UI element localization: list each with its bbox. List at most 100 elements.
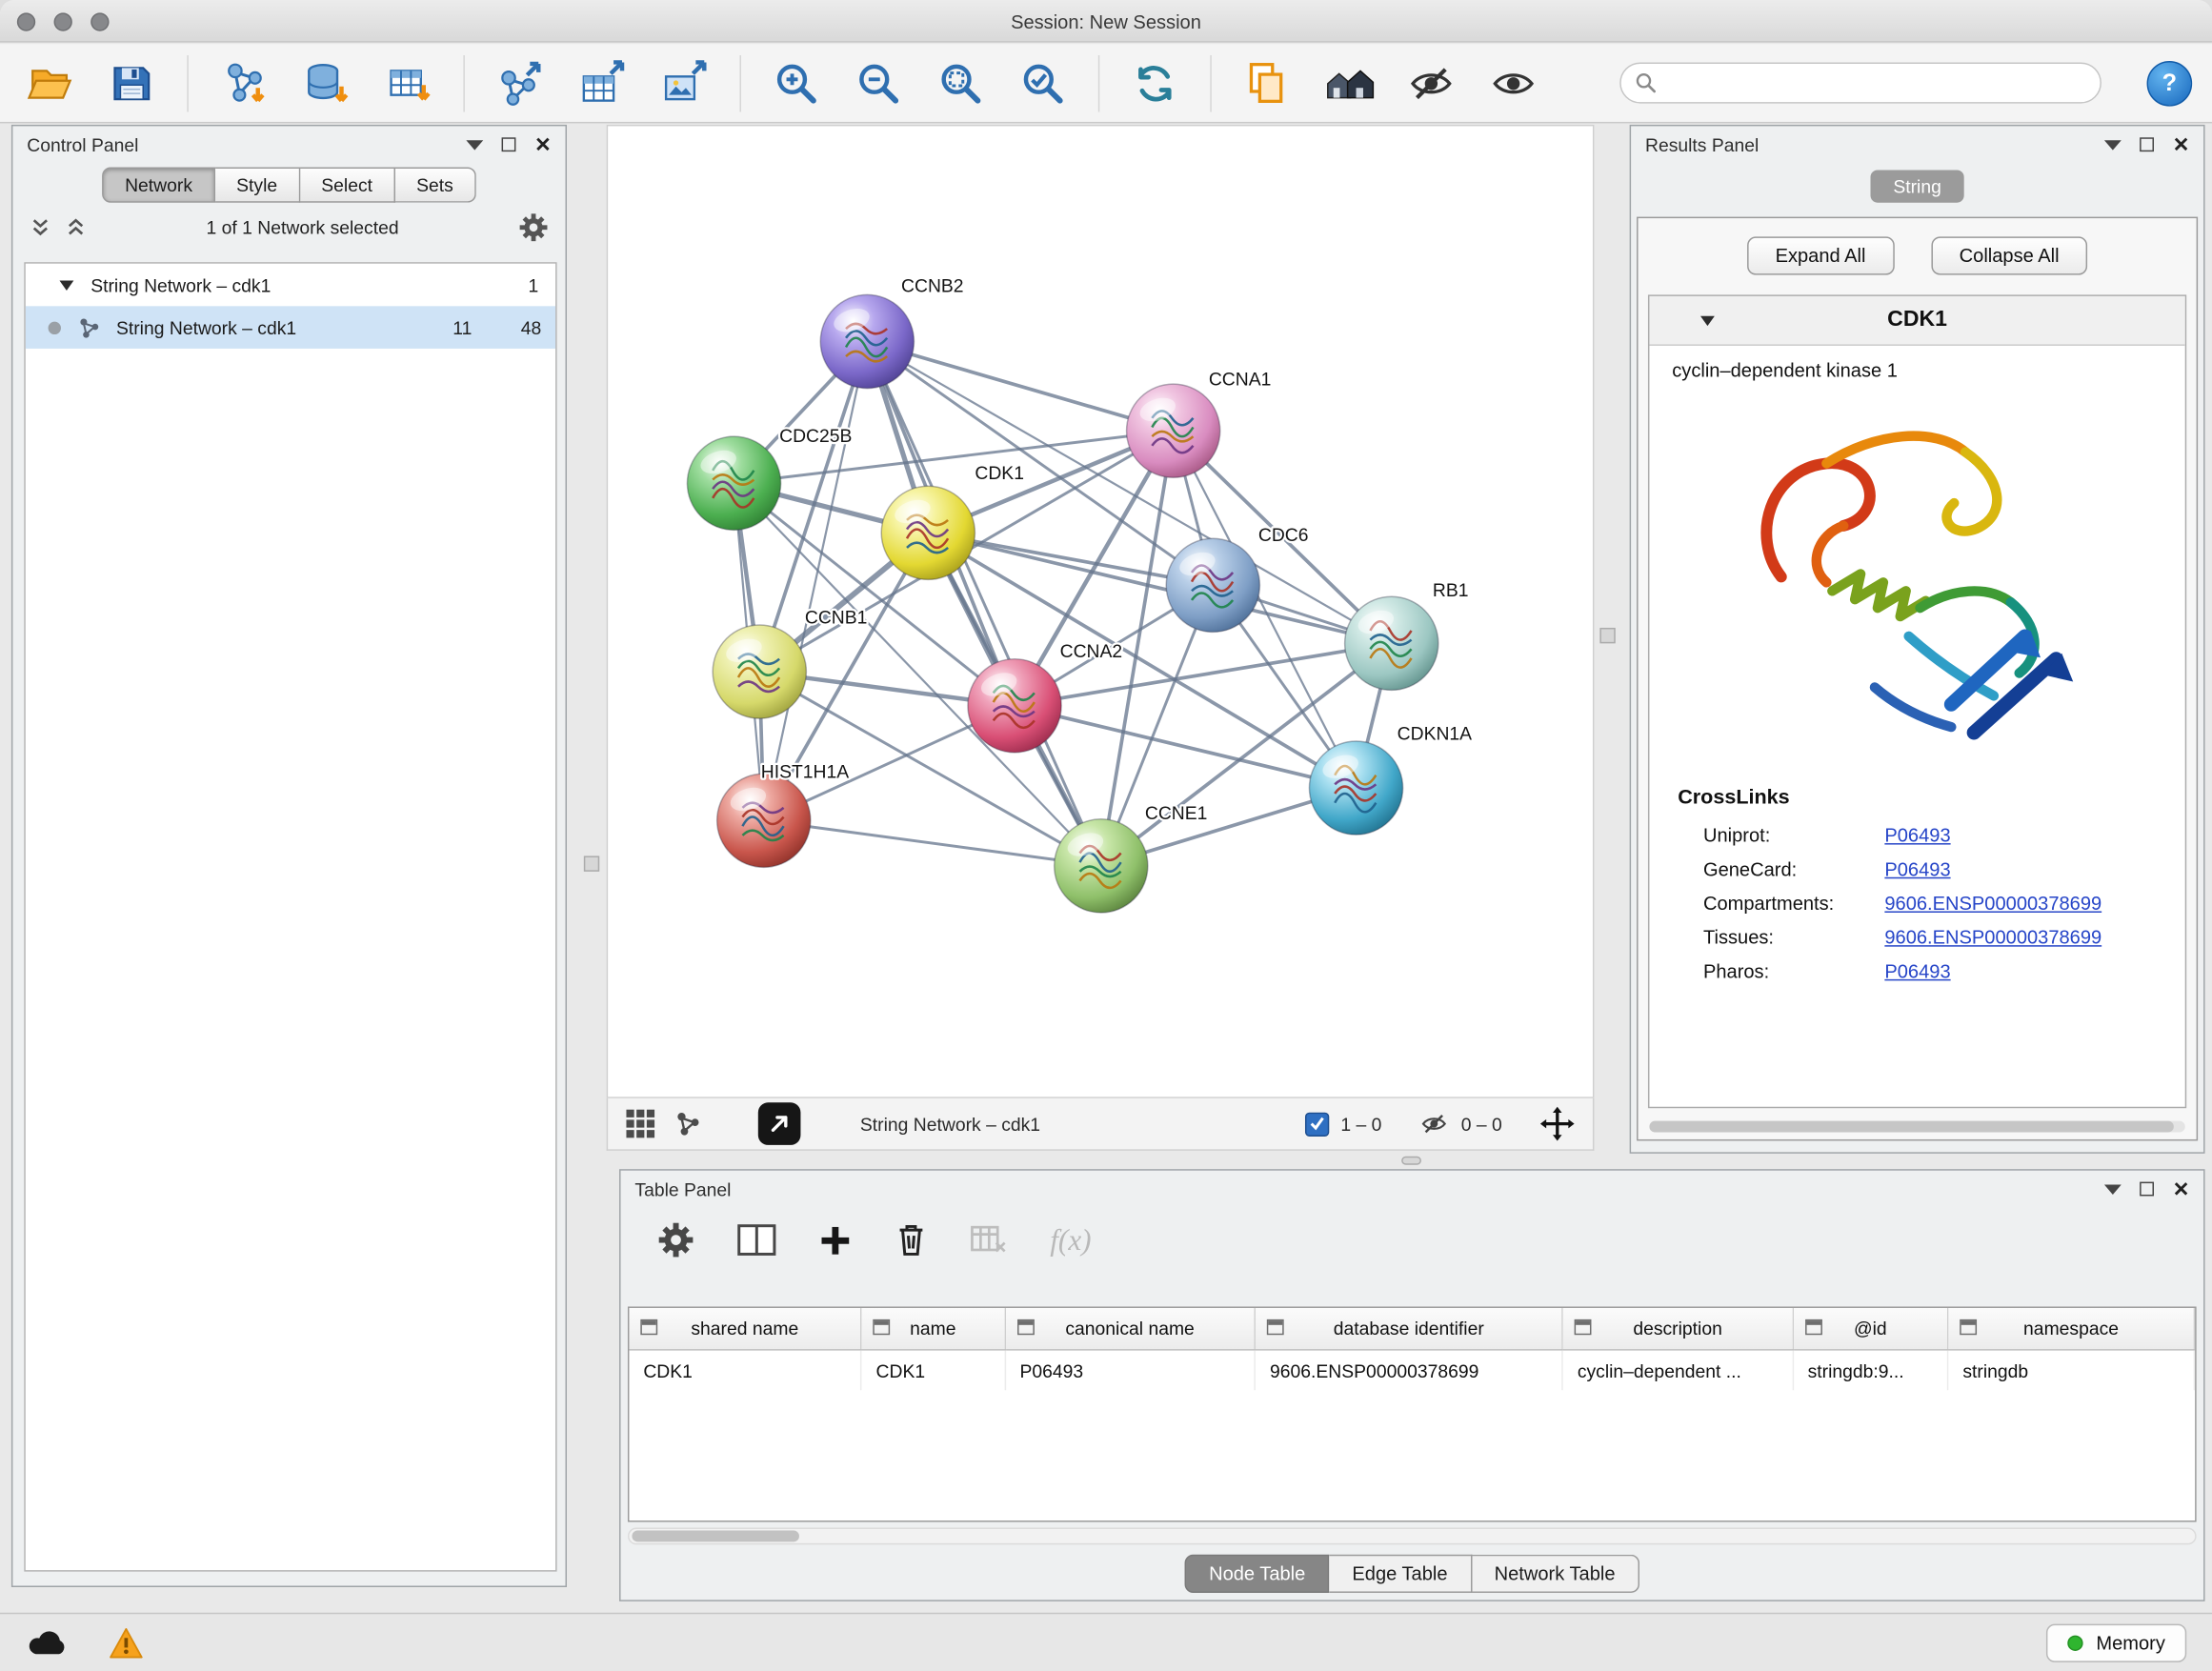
network-node-CDK1[interactable] [881, 486, 975, 579]
network-edge-CCNA2-CDKN1A[interactable] [1015, 706, 1356, 788]
maximize-panel-icon[interactable] [502, 137, 516, 151]
delete-column-trash-icon[interactable] [895, 1221, 929, 1258]
tab-select[interactable]: Select [300, 168, 395, 203]
column-header-description[interactable]: description [1562, 1308, 1793, 1350]
table-cell[interactable]: cyclin–dependent ... [1562, 1350, 1793, 1390]
network-node-RB1[interactable] [1345, 596, 1438, 690]
network-graph[interactable]: CCNB2CCNA1CDC25BCDK1CDC6RB1CCNB1CCNA2CDK… [608, 126, 1593, 1097]
scrollbar-thumb[interactable] [632, 1531, 799, 1542]
birds-eye-view-icon[interactable] [625, 1108, 656, 1139]
open-session-button[interactable] [20, 51, 79, 113]
float-panel-icon[interactable] [2104, 1184, 2122, 1194]
zoom-fit-button[interactable] [931, 51, 990, 113]
search-input[interactable] [1666, 70, 2085, 94]
export-network-button[interactable] [491, 51, 550, 113]
export-image-button[interactable] [654, 51, 714, 113]
table-options-gear-icon[interactable] [657, 1221, 694, 1258]
crosslink-link[interactable]: P06493 [1884, 824, 1950, 845]
column-header-namespace[interactable]: namespace [1948, 1308, 2195, 1350]
left-splitter-handle[interactable] [584, 856, 599, 871]
help-button[interactable]: ? [2147, 60, 2193, 106]
network-edge-CCNB2-CCNE1[interactable] [867, 341, 1100, 865]
scrollbar-thumb[interactable] [1649, 1121, 2174, 1133]
column-header-shared-name[interactable]: shared name [629, 1308, 860, 1350]
network-node-CDKN1A[interactable] [1309, 741, 1402, 835]
column-header-database-identifier[interactable]: database identifier [1255, 1308, 1562, 1350]
network-node-CCNB1[interactable] [713, 625, 806, 718]
node-details-header[interactable]: CDK1 [1649, 296, 2184, 346]
results-horizontal-scrollbar[interactable] [1649, 1121, 2184, 1133]
table-cell[interactable]: stringdb:9... [1793, 1350, 1948, 1390]
zoom-in-button[interactable] [767, 51, 826, 113]
tree-item-network[interactable]: String Network – cdk1 11 48 [26, 306, 555, 349]
zoom-out-button[interactable] [849, 51, 908, 113]
table-cell[interactable]: 9606.ENSP00000378699 [1255, 1350, 1562, 1390]
crosslink-link[interactable]: 9606.ENSP00000378699 [1884, 926, 2101, 947]
memory-button[interactable]: Memory [2046, 1623, 2186, 1661]
network-edge-CCNB2-HIST1H1A[interactable] [764, 341, 868, 820]
fit-selected-crosshair-icon[interactable] [1538, 1105, 1576, 1142]
show-graphics-details-button[interactable] [1483, 51, 1542, 113]
export-table-button[interactable] [573, 51, 632, 113]
hide-graphics-details-button[interactable] [1401, 51, 1460, 113]
table-cell[interactable]: P06493 [1005, 1350, 1256, 1390]
expand-all-button[interactable]: Expand All [1747, 236, 1894, 274]
network-edge-CCNB2-CCNA1[interactable] [867, 341, 1173, 431]
crosslink-link[interactable]: P06493 [1884, 858, 1950, 879]
network-node-CCNE1[interactable] [1055, 819, 1148, 913]
network-node-CCNA2[interactable] [968, 659, 1061, 753]
network-node-HIST1H1A[interactable] [717, 774, 811, 867]
network-node-CDC25B[interactable] [687, 436, 780, 530]
import-table-file-button[interactable] [378, 51, 437, 113]
entry-disclosure-icon[interactable] [1700, 316, 1715, 326]
right-splitter-handle[interactable] [1599, 628, 1615, 643]
apply-layout-button[interactable] [1125, 51, 1184, 113]
tab-sets[interactable]: Sets [395, 168, 476, 203]
copy-document-button[interactable] [1237, 51, 1297, 113]
show-columns-icon[interactable] [737, 1223, 777, 1258]
home-networks-button[interactable] [1319, 51, 1378, 113]
export-view-button[interactable] [758, 1102, 801, 1145]
network-node-CDC6[interactable] [1166, 538, 1259, 632]
float-panel-icon[interactable] [467, 140, 484, 150]
tab-network-table[interactable]: Network Table [1472, 1555, 1639, 1593]
expand-all-networks-icon[interactable] [65, 216, 86, 237]
float-panel-icon[interactable] [2104, 140, 2122, 150]
collapse-all-networks-icon[interactable] [30, 216, 50, 237]
close-panel-icon[interactable]: ✕ [2173, 1179, 2189, 1199]
hidden-elements-icon[interactable] [1418, 1110, 1450, 1138]
save-session-button[interactable] [102, 51, 161, 113]
network-node-CCNA1[interactable] [1127, 384, 1220, 477]
horizontal-splitter-handle[interactable] [1401, 1157, 1421, 1165]
selected-nodes-checkbox[interactable] [1305, 1112, 1329, 1136]
table-cell[interactable]: CDK1 [861, 1350, 1005, 1390]
table-horizontal-scrollbar[interactable] [628, 1528, 2197, 1545]
network-edge-HIST1H1A-CCNE1[interactable] [764, 820, 1101, 866]
zoom-selected-button[interactable] [1014, 51, 1073, 113]
close-panel-icon[interactable]: ✕ [534, 134, 551, 154]
tab-edge-table[interactable]: Edge Table [1330, 1555, 1472, 1593]
network-options-gear-icon[interactable] [518, 211, 548, 241]
table-row[interactable]: CDK1CDK1P064939606.ENSP00000378699cyclin… [629, 1350, 2194, 1390]
warning-icon[interactable] [108, 1626, 145, 1659]
maximize-panel-icon[interactable] [2141, 1182, 2155, 1197]
table-cell[interactable]: stringdb [1948, 1350, 2195, 1390]
crosslink-link[interactable]: P06493 [1884, 960, 1950, 981]
tab-style[interactable]: Style [215, 168, 300, 203]
search-box[interactable] [1619, 62, 2101, 103]
close-panel-icon[interactable]: ✕ [2173, 134, 2189, 154]
collapse-all-button[interactable]: Collapse All [1931, 236, 2087, 274]
collection-disclosure-icon[interactable] [59, 280, 73, 290]
column-header-name[interactable]: name [861, 1308, 1005, 1350]
import-network-database-button[interactable] [296, 51, 355, 113]
tab-network[interactable]: Network [102, 168, 215, 203]
add-column-icon[interactable] [819, 1223, 852, 1256]
maximize-panel-icon[interactable] [2141, 137, 2155, 151]
network-node-CCNB2[interactable] [820, 294, 914, 388]
crosslink-link[interactable]: 9606.ENSP00000378699 [1884, 892, 2101, 913]
table-cell[interactable]: CDK1 [629, 1350, 860, 1390]
tab-node-table[interactable]: Node Table [1185, 1555, 1330, 1593]
column-header-canonical-name[interactable]: canonical name [1005, 1308, 1256, 1350]
tab-string[interactable]: String [1871, 171, 1964, 203]
column-header--id[interactable]: @id [1793, 1308, 1948, 1350]
